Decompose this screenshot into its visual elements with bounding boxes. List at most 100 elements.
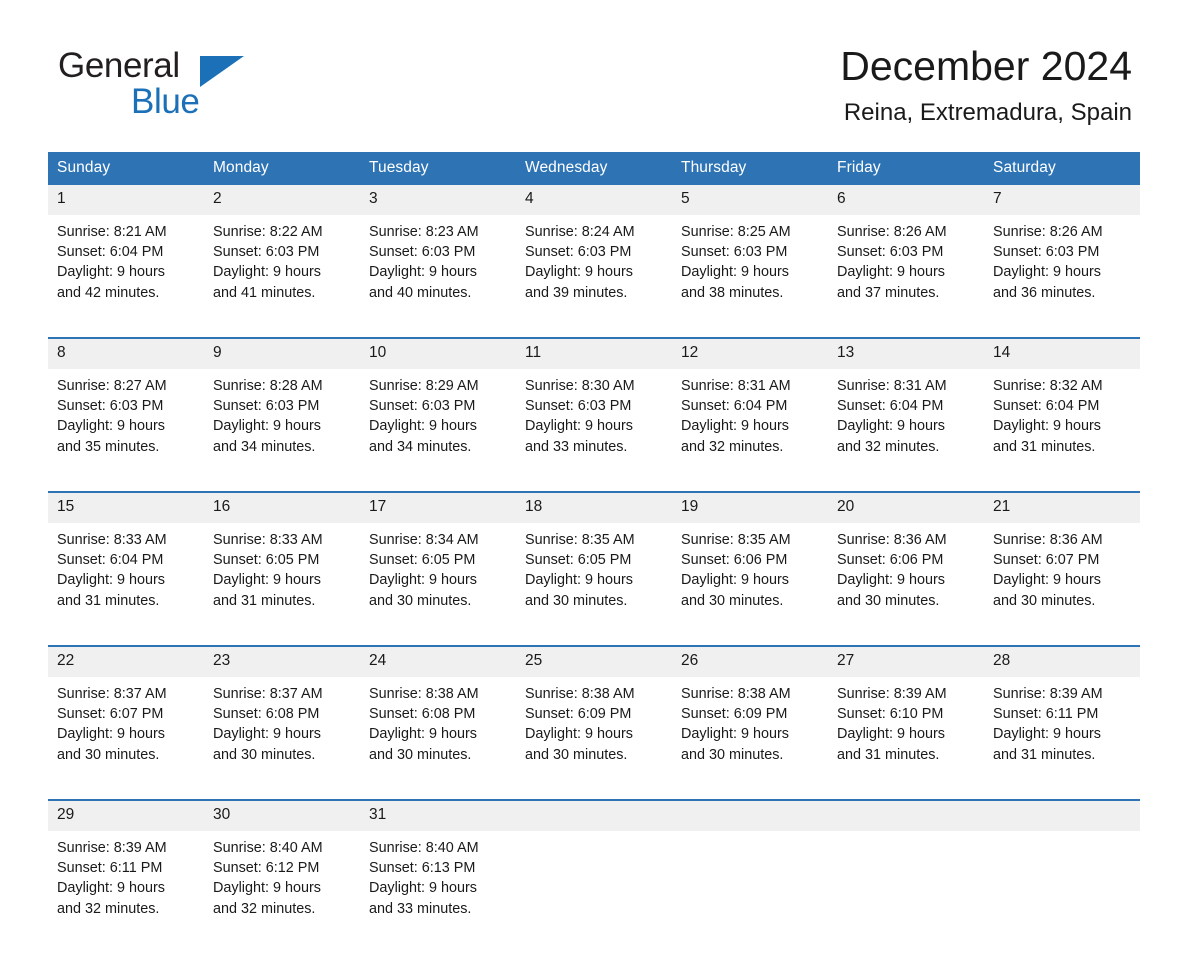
daylight-text-line2: and 30 minutes. <box>213 746 316 763</box>
day-number: 26 <box>672 645 828 677</box>
daylight-text-line2: and 34 minutes. <box>369 438 472 455</box>
sunrise-text: Sunrise: 8:21 AM <box>57 224 167 240</box>
daylight-text-line2: and 30 minutes. <box>525 592 628 609</box>
sunset-text: Sunset: 6:10 PM <box>837 706 944 723</box>
logo-text-general: General <box>58 46 180 85</box>
week-date-row: 8 9 10 11 12 13 14 <box>48 337 1140 369</box>
day-detail-cell: Sunrise: 8:38 AM Sunset: 6:09 PM Dayligh… <box>516 677 672 800</box>
daylight-text-line1: Daylight: 9 hours <box>57 572 165 589</box>
daylight-text-line1: Daylight: 9 hours <box>525 726 633 743</box>
daylight-text-line2: and 41 minutes. <box>213 284 316 301</box>
daylight-text-line2: and 30 minutes. <box>57 746 160 763</box>
sunrise-text: Sunrise: 8:37 AM <box>213 686 323 702</box>
day-number: 21 <box>984 491 1140 523</box>
week-detail-row: Sunrise: 8:21 AM Sunset: 6:04 PM Dayligh… <box>48 215 1140 338</box>
day-detail-cell: Sunrise: 8:35 AM Sunset: 6:05 PM Dayligh… <box>516 523 672 646</box>
daylight-text-line2: and 32 minutes. <box>837 438 940 455</box>
sunrise-text: Sunrise: 8:38 AM <box>369 686 479 702</box>
day-number: 19 <box>672 491 828 523</box>
day-number: 3 <box>360 185 516 215</box>
day-header-thursday: Thursday <box>672 152 828 185</box>
day-number: 11 <box>516 337 672 369</box>
daylight-text-line2: and 37 minutes. <box>837 284 940 301</box>
daylight-text-line1: Daylight: 9 hours <box>525 418 633 435</box>
daylight-text-line1: Daylight: 9 hours <box>993 264 1101 281</box>
daylight-text-line1: Daylight: 9 hours <box>993 572 1101 589</box>
daylight-text-line1: Daylight: 9 hours <box>57 880 165 897</box>
sunset-text: Sunset: 6:05 PM <box>369 552 476 569</box>
sunrise-text: Sunrise: 8:37 AM <box>57 686 167 702</box>
sunrise-text: Sunrise: 8:28 AM <box>213 378 323 394</box>
daylight-text-line1: Daylight: 9 hours <box>369 264 477 281</box>
daylight-text-line1: Daylight: 9 hours <box>525 572 633 589</box>
week-date-row: 29 30 31 <box>48 799 1140 831</box>
day-number: 15 <box>48 491 204 523</box>
daylight-text-line1: Daylight: 9 hours <box>213 572 321 589</box>
sunset-text: Sunset: 6:06 PM <box>837 552 944 569</box>
sunset-text: Sunset: 6:09 PM <box>681 706 788 723</box>
day-number: 14 <box>984 337 1140 369</box>
day-detail-cell: Sunrise: 8:39 AM Sunset: 6:11 PM Dayligh… <box>984 677 1140 800</box>
day-detail-cell: Sunrise: 8:39 AM Sunset: 6:11 PM Dayligh… <box>48 831 204 953</box>
week-date-row: 22 23 24 25 26 27 28 <box>48 645 1140 677</box>
sunset-text: Sunset: 6:04 PM <box>57 244 164 261</box>
day-detail-cell: Sunrise: 8:29 AM Sunset: 6:03 PM Dayligh… <box>360 369 516 492</box>
calendar-page: General Blue December 2024 Reina, Extrem… <box>0 0 1188 953</box>
day-number: 29 <box>48 799 204 831</box>
daylight-text-line1: Daylight: 9 hours <box>213 726 321 743</box>
day-detail-cell: Sunrise: 8:31 AM Sunset: 6:04 PM Dayligh… <box>672 369 828 492</box>
day-number: 17 <box>360 491 516 523</box>
daylight-text-line1: Daylight: 9 hours <box>213 264 321 281</box>
daylight-text-line1: Daylight: 9 hours <box>369 726 477 743</box>
sunrise-text: Sunrise: 8:24 AM <box>525 224 635 240</box>
daylight-text-line2: and 31 minutes. <box>993 746 1096 763</box>
week-date-row: 1 2 3 4 5 6 7 <box>48 185 1140 215</box>
day-number: 10 <box>360 337 516 369</box>
daylight-text-line1: Daylight: 9 hours <box>837 572 945 589</box>
daylight-text-line2: and 38 minutes. <box>681 284 784 301</box>
daylight-text-line2: and 30 minutes. <box>681 746 784 763</box>
sunset-text: Sunset: 6:12 PM <box>213 860 320 877</box>
daylight-text-line2: and 32 minutes. <box>213 900 316 917</box>
daylight-text-line2: and 30 minutes. <box>837 592 940 609</box>
day-number: 27 <box>828 645 984 677</box>
sunrise-text: Sunrise: 8:29 AM <box>369 378 479 394</box>
sunset-text: Sunset: 6:04 PM <box>681 398 788 415</box>
day-detail-cell: Sunrise: 8:40 AM Sunset: 6:12 PM Dayligh… <box>204 831 360 953</box>
daylight-text-line1: Daylight: 9 hours <box>57 264 165 281</box>
sunrise-text: Sunrise: 8:31 AM <box>837 378 947 394</box>
day-detail-cell: Sunrise: 8:26 AM Sunset: 6:03 PM Dayligh… <box>984 215 1140 338</box>
day-detail-cell: Sunrise: 8:33 AM Sunset: 6:05 PM Dayligh… <box>204 523 360 646</box>
sunrise-text: Sunrise: 8:26 AM <box>837 224 947 240</box>
week-detail-row: Sunrise: 8:33 AM Sunset: 6:04 PM Dayligh… <box>48 523 1140 646</box>
daylight-text-line2: and 32 minutes. <box>57 900 160 917</box>
day-number: 23 <box>204 645 360 677</box>
sunset-text: Sunset: 6:05 PM <box>213 552 320 569</box>
daylight-text-line1: Daylight: 9 hours <box>681 572 789 589</box>
day-detail-cell: Sunrise: 8:22 AM Sunset: 6:03 PM Dayligh… <box>204 215 360 338</box>
daylight-text-line2: and 32 minutes. <box>681 438 784 455</box>
day-number-empty <box>672 799 828 831</box>
day-detail-cell: Sunrise: 8:37 AM Sunset: 6:08 PM Dayligh… <box>204 677 360 800</box>
sunset-text: Sunset: 6:07 PM <box>993 552 1100 569</box>
daylight-text-line1: Daylight: 9 hours <box>213 880 321 897</box>
daylight-text-line2: and 30 minutes. <box>681 592 784 609</box>
sunset-text: Sunset: 6:03 PM <box>837 244 944 261</box>
day-number: 2 <box>204 185 360 215</box>
sunset-text: Sunset: 6:11 PM <box>993 706 1099 723</box>
week-detail-row: Sunrise: 8:27 AM Sunset: 6:03 PM Dayligh… <box>48 369 1140 492</box>
general-blue-logo: General Blue <box>58 46 318 126</box>
daylight-text-line2: and 30 minutes. <box>369 746 472 763</box>
sunset-text: Sunset: 6:03 PM <box>213 398 320 415</box>
daylight-text-line2: and 31 minutes. <box>57 592 160 609</box>
page-title: December 2024 <box>840 43 1132 89</box>
sunset-text: Sunset: 6:08 PM <box>213 706 320 723</box>
day-header-wednesday: Wednesday <box>516 152 672 185</box>
day-number: 20 <box>828 491 984 523</box>
sunset-text: Sunset: 6:07 PM <box>57 706 164 723</box>
sunrise-text: Sunrise: 8:40 AM <box>213 840 323 856</box>
sunset-text: Sunset: 6:03 PM <box>369 398 476 415</box>
daylight-text-line2: and 42 minutes. <box>57 284 160 301</box>
day-number: 5 <box>672 185 828 215</box>
day-header-monday: Monday <box>204 152 360 185</box>
